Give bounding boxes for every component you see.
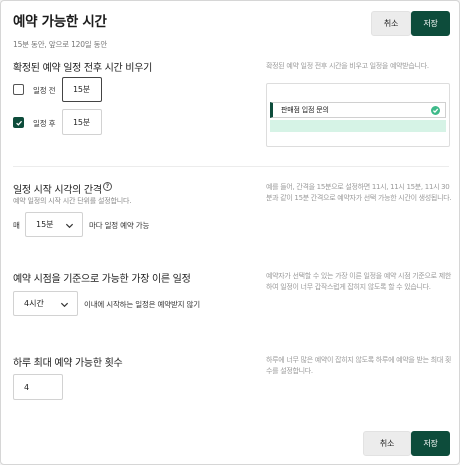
buffer-preview: 판매점 입점 문의 (266, 83, 450, 147)
footer-save-button[interactable]: 저장 (411, 431, 450, 456)
daily-max-input[interactable]: 4 (13, 374, 63, 400)
earliest-description: 예약자가 선택할 수 있는 가장 이른 일정을 예약 시점 기준으로 제한하여 … (266, 272, 452, 291)
check-circle-icon (431, 106, 440, 115)
chevron-down-icon (60, 302, 69, 308)
earliest-select[interactable]: 4시간 (13, 291, 78, 316)
buffer-description: 확정된 예약 일정 전후 시간을 비우고 일정을 예약받습니다. (266, 62, 429, 70)
header: 예약 가능한 시간 15분 동안, 앞으로 120일 동안 (13, 10, 107, 50)
preview-buffer-block (270, 120, 446, 132)
interval-description: 예를 들어, 간격을 15분으로 설정하면 11시, 11시 15분, 11시 … (266, 183, 452, 202)
earliest-section-title: 예약 시점을 기준으로 가능한 가장 이른 일정 (13, 274, 191, 285)
interval-section-title: 일정 시작 시각의 간격 (13, 185, 102, 196)
chevron-down-icon (65, 223, 74, 229)
buffer-after-checkbox[interactable] (13, 117, 24, 128)
interval-select-value: 15분 (36, 220, 54, 229)
footer-cancel-button[interactable]: 취소 (363, 431, 411, 456)
buffer-before-input[interactable]: 15분 (62, 77, 102, 102)
page-subtitle: 15분 동안, 앞으로 120일 동안 (13, 40, 108, 49)
page-title: 예약 가능한 시간 (13, 14, 107, 30)
preview-event-title: 판매점 입점 문의 (281, 106, 329, 114)
divider (13, 166, 449, 167)
interval-subtitle: 예약 일정의 시작 시간 단위를 설정합니다. (13, 197, 132, 205)
earliest-select-value: 4시간 (24, 299, 44, 308)
interval-select[interactable]: 15분 (25, 212, 83, 237)
daily-max-description: 하루에 너무 많은 예약이 잡히지 않도록 하루에 예약을 받는 최대 횟수를 … (266, 356, 452, 375)
interval-prefix: 매 (13, 221, 20, 230)
buffer-after-label: 일정 후 (33, 119, 56, 128)
save-button[interactable]: 저장 (411, 11, 450, 36)
buffer-after-input[interactable]: 15분 (62, 109, 102, 135)
earliest-suffix: 이내에 시작하는 일정은 예약받지 않기 (84, 300, 200, 309)
cancel-button[interactable]: 취소 (371, 11, 411, 36)
preview-event-block: 판매점 입점 문의 (270, 102, 446, 118)
daily-max-section-title: 하루 최대 예약 가능한 횟수 (13, 358, 123, 369)
buffer-before-label: 일정 전 (33, 86, 56, 95)
interval-suffix: 마다 일정 예약 가능 (89, 221, 150, 230)
booking-settings-panel: 예약 가능한 시간 15분 동안, 앞으로 120일 동안 취소 저장 확정된 … (0, 0, 460, 465)
buffer-section-title: 확정된 예약 일정 전후 시간 비우기 (13, 63, 152, 74)
buffer-before-checkbox[interactable] (13, 84, 24, 95)
help-icon[interactable]: ? (103, 182, 112, 191)
checkmark-icon (15, 120, 22, 126)
